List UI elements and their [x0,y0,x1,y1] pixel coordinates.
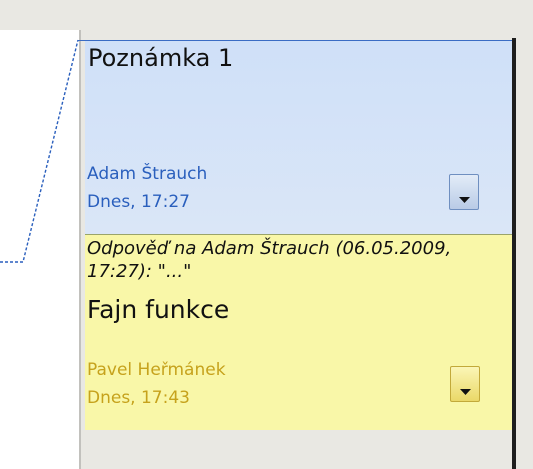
sidebar-border [512,38,516,469]
reply-note[interactable]: Odpověď na Adam Štrauch (06.05.2009, 17:… [85,235,512,430]
reply-timestamp: Dnes, 17:43 [87,388,190,408]
document-page[interactable] [0,30,80,469]
comment-text[interactable]: Poznámka 1 [88,44,233,72]
reply-author: Pavel Heřmánek [87,360,226,380]
reply-text[interactable]: Fajn funkce [87,295,229,324]
comment-author: Adam Štrauch [87,164,208,184]
comment-note[interactable]: Poznámka 1 Adam Štrauch Dnes, 17:27 [85,41,512,235]
reply-header: Odpověď na Adam Štrauch (06.05.2009, 17:… [87,238,452,282]
page-edge [79,30,81,469]
triangle-down-icon [460,389,471,395]
anchor-line-top [78,40,512,41]
triangle-down-icon [459,197,470,203]
comment-menu-button[interactable] [449,174,479,210]
reply-menu-button[interactable] [450,366,480,402]
comment-timestamp: Dnes, 17:27 [87,192,190,212]
